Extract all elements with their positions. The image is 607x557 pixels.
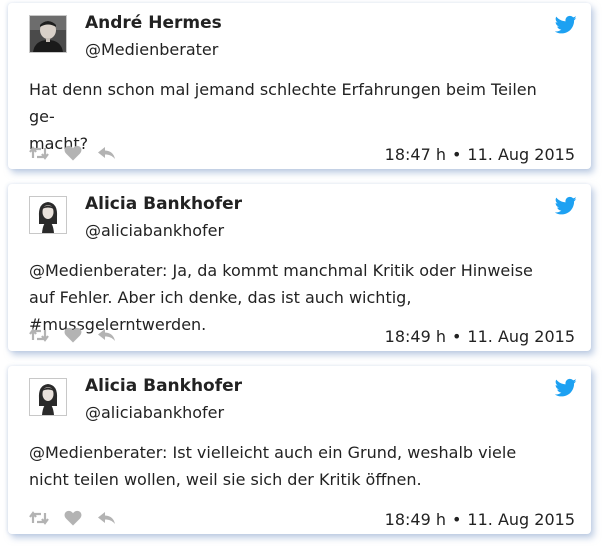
like-button[interactable] [63,327,83,343]
retweet-icon [29,511,49,525]
avatar[interactable] [29,378,67,416]
heart-icon [64,327,82,343]
separator-dot: • [451,327,462,346]
tweet-actions [29,145,131,161]
retweet-button[interactable] [29,145,49,161]
reply-button[interactable] [97,327,117,343]
twitter-bird-icon[interactable] [555,196,577,216]
avatar-photo-icon [30,16,66,52]
tweet-actions [29,510,131,526]
author-name[interactable]: Alicia Bankhofer [85,194,242,214]
tweet-time: 18:49 h [384,327,446,346]
tweet-date: 11. Aug 2015 [467,145,575,164]
tweet-timestamp[interactable]: 18:47 h • 11. Aug 2015 [385,145,575,164]
tweet-timestamp[interactable]: 18:49 h • 11. Aug 2015 [385,510,575,529]
reply-icon [98,329,115,341]
tweet-card[interactable]: Alicia Bankhofer @aliciabankhofer @Medie… [8,184,591,351]
author-handle[interactable]: @aliciabankhofer [85,221,224,240]
tweet-timestamp[interactable]: 18:49 h • 11. Aug 2015 [385,327,575,346]
reply-icon [98,147,115,159]
avatar-cartoon-icon [30,379,66,415]
author-name[interactable]: André Hermes [85,13,222,33]
tweet-text: @Medienberater: Ist vielleicht auch ein … [29,443,517,489]
reply-button[interactable] [97,145,117,161]
reply-icon [98,512,115,524]
tweet-time: 18:49 h [384,510,446,529]
tweet-actions [29,327,131,343]
tweet-time: 18:47 h [384,145,446,164]
avatar-cartoon-icon [30,197,66,233]
heart-icon [64,145,82,161]
like-button[interactable] [63,145,83,161]
tweet-feed: André Hermes @Medienberater Hat denn sch… [0,0,607,557]
separator-dot: • [451,510,462,529]
avatar[interactable] [29,196,67,234]
tweet-date: 11. Aug 2015 [467,327,575,346]
avatar[interactable] [29,15,67,53]
tweet-card[interactable]: Alicia Bankhofer @aliciabankhofer @Medie… [8,366,591,534]
reply-button[interactable] [97,510,117,526]
twitter-bird-icon[interactable] [555,15,577,35]
author-handle[interactable]: @aliciabankhofer [85,403,224,422]
separator-dot: • [451,145,462,164]
author-name[interactable]: Alicia Bankhofer [85,376,242,396]
tweet-text: @Medienberater: Ja, da kommt manchmal Kr… [29,261,533,334]
tweet-card[interactable]: André Hermes @Medienberater Hat denn sch… [8,3,591,169]
author-handle[interactable]: @Medienberater [85,40,218,59]
retweet-button[interactable] [29,510,49,526]
retweet-button[interactable] [29,327,49,343]
twitter-bird-icon[interactable] [555,378,577,398]
tweet-date: 11. Aug 2015 [467,510,575,529]
like-button[interactable] [63,510,83,526]
heart-icon [64,510,82,526]
retweet-icon [29,328,49,342]
retweet-icon [29,146,49,160]
